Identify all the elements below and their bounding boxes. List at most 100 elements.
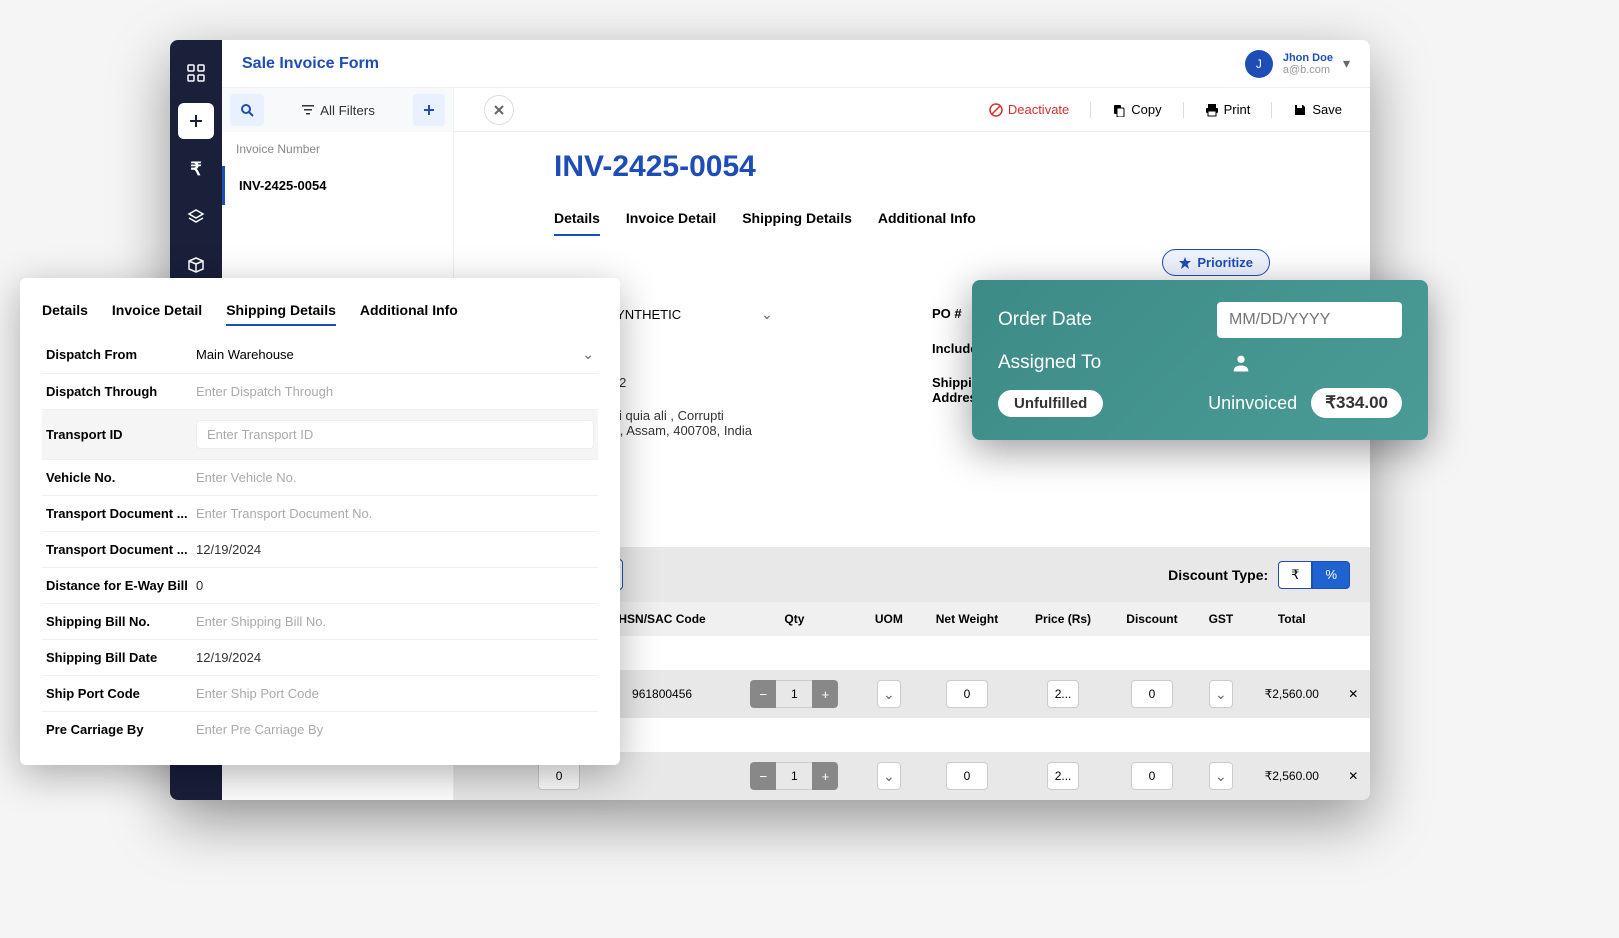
price-input[interactable] <box>1047 762 1079 790</box>
tab-additional-info[interactable]: Additional Info <box>878 202 976 236</box>
transport-doc-date-input[interactable] <box>196 542 594 557</box>
price-input[interactable] <box>1047 680 1079 708</box>
col-weight: Net Weight <box>917 602 1017 636</box>
shipping-bill-no-row: Shipping Bill No. <box>42 604 598 640</box>
shipping-bill-date-input[interactable] <box>196 650 594 665</box>
vehicle-no-input[interactable] <box>196 470 594 485</box>
list-toolbar: All Filters <box>222 88 453 132</box>
user-menu[interactable]: J Jhon Doe a@b.com ▾ <box>1245 50 1350 78</box>
shipping-details-popup: Details Invoice Detail Shipping Details … <box>20 278 620 765</box>
col-price: Price (Rs) <box>1017 602 1109 636</box>
copy-button[interactable]: Copy <box>1104 98 1169 121</box>
search-button[interactable] <box>230 94 264 126</box>
chevron-down-icon: ▾ <box>1343 55 1350 72</box>
pre-carriage-row: Pre Carriage By <box>42 712 598 747</box>
transport-doc-date-row: Transport Document ... <box>42 532 598 568</box>
add-button[interactable] <box>178 103 214 139</box>
gst-select[interactable]: ⌄ <box>1209 762 1233 790</box>
col-qty: Qty <box>728 602 861 636</box>
close-button[interactable] <box>484 95 514 125</box>
shipping-bill-date-row: Shipping Bill Date <box>42 640 598 676</box>
col-gst: GST <box>1195 602 1247 636</box>
gst-select[interactable]: ⌄ <box>1209 680 1233 708</box>
amount-value: ₹334.00 <box>1311 388 1402 418</box>
doc-title: INV-2425-0054 <box>554 150 1270 184</box>
col-discount: Discount <box>1109 602 1195 636</box>
dashboard-icon[interactable] <box>178 55 214 91</box>
ship-port-code-input[interactable] <box>196 686 594 701</box>
popup-tabs: Details Invoice Detail Shipping Details … <box>42 296 598 326</box>
print-button[interactable]: Print <box>1197 98 1259 121</box>
page-title: Sale Invoice Form <box>242 55 379 73</box>
distance-input[interactable] <box>196 578 594 593</box>
order-summary-popup: Order Date Assigned To Unfulfilled Uninv… <box>972 280 1428 440</box>
qty-minus-button[interactable]: − <box>750 762 776 790</box>
avatar: J <box>1245 50 1273 78</box>
layers-icon[interactable] <box>178 199 214 235</box>
discount-input[interactable] <box>1131 762 1173 790</box>
user-icon[interactable] <box>1230 352 1252 374</box>
dispatch-from-row: Dispatch From Main Warehouse ⌄ <box>42 336 598 374</box>
fulfillment-status: Unfulfilled <box>998 390 1103 417</box>
qty-value: 1 <box>776 762 812 790</box>
tab-shipping-details[interactable]: Shipping Details <box>742 202 852 236</box>
uninvoiced-label: Uninvoiced <box>1208 393 1297 414</box>
transport-doc-no-input[interactable] <box>196 506 594 521</box>
popup-tab-invoice-detail[interactable]: Invoice Detail <box>112 296 202 326</box>
weight-input[interactable] <box>946 762 988 790</box>
dispatch-from-select[interactable]: Main Warehouse ⌄ <box>196 346 594 363</box>
assigned-to-label: Assigned To <box>998 352 1101 374</box>
uom-select[interactable]: ⌄ <box>877 762 901 790</box>
add-filter-button[interactable] <box>413 94 445 126</box>
col-total: Total <box>1247 602 1337 636</box>
weight-input[interactable] <box>946 680 988 708</box>
action-row: Deactivate Copy Print Save <box>454 88 1370 132</box>
distance-row: Distance for E-Way Bill <box>42 568 598 604</box>
prioritize-row: Prioritize <box>454 237 1370 276</box>
header: Sale Invoice Form J Jhon Doe a@b.com ▾ <box>222 40 1370 88</box>
vehicle-no-row: Vehicle No. <box>42 460 598 496</box>
deactivate-button[interactable]: Deactivate <box>981 98 1077 121</box>
ship-port-code-row: Ship Port Code <box>42 676 598 712</box>
transport-id-row: Transport ID <box>42 410 598 460</box>
order-date-input[interactable] <box>1217 302 1402 338</box>
prioritize-button[interactable]: Prioritize <box>1162 249 1270 276</box>
total-value: ₹2,560.00 <box>1247 752 1337 800</box>
shipping-bill-no-input[interactable] <box>196 614 594 629</box>
qty-plus-button[interactable]: + <box>812 680 838 708</box>
qty-plus-button[interactable]: + <box>812 762 838 790</box>
pre-carriage-input[interactable] <box>196 722 594 737</box>
user-email: a@b.com <box>1283 64 1333 76</box>
uom-select[interactable]: ⌄ <box>877 680 901 708</box>
tabs: Details Invoice Detail Shipping Details … <box>554 202 1270 237</box>
list-header: Invoice Number <box>222 132 453 166</box>
rupee-icon[interactable]: ₹ <box>178 151 214 187</box>
discount-currency-button[interactable]: ₹ <box>1278 561 1312 589</box>
popup-tab-shipping-details[interactable]: Shipping Details <box>226 296 336 326</box>
user-name: Jhon Doe <box>1283 52 1333 64</box>
chevron-down-icon: ⌄ <box>761 306 773 323</box>
save-button[interactable]: Save <box>1285 98 1350 121</box>
dispatch-through-input[interactable] <box>196 384 594 399</box>
order-date-label: Order Date <box>998 309 1092 331</box>
col-uom: UOM <box>861 602 917 636</box>
transport-id-input[interactable] <box>196 420 594 449</box>
transport-doc-no-row: Transport Document ... <box>42 496 598 532</box>
qty-minus-button[interactable]: − <box>750 680 776 708</box>
tab-details[interactable]: Details <box>554 202 600 236</box>
mrp-input[interactable] <box>538 762 580 790</box>
qty-value: 1 <box>776 680 812 708</box>
filters-button[interactable]: All Filters <box>269 94 408 126</box>
discount-input[interactable] <box>1131 680 1173 708</box>
remove-row-icon[interactable]: ✕ <box>1348 769 1358 783</box>
chevron-down-icon: ⌄ <box>582 346 594 363</box>
popup-tab-details[interactable]: Details <box>42 296 88 326</box>
popup-tab-additional-info[interactable]: Additional Info <box>360 296 458 326</box>
discount-percent-button[interactable]: % <box>1312 561 1350 589</box>
total-value: ₹2,560.00 <box>1247 670 1337 718</box>
discount-type: Discount Type: ₹ % <box>1168 561 1350 589</box>
dispatch-through-row: Dispatch Through <box>42 374 598 410</box>
remove-row-icon[interactable]: ✕ <box>1348 687 1358 701</box>
tab-invoice-detail[interactable]: Invoice Detail <box>626 202 716 236</box>
list-item[interactable]: INV-2425-0054 <box>222 166 453 205</box>
